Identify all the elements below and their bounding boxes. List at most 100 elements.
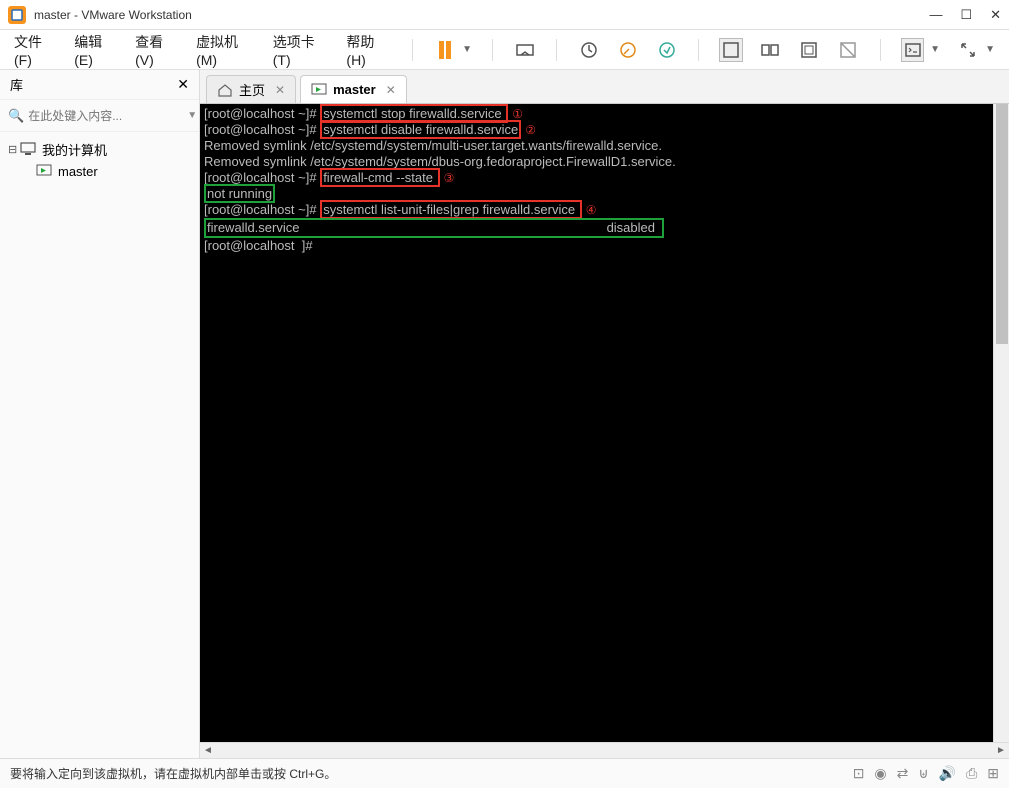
menubar: 文件(F) 编辑(E) 查看(V) 虚拟机(M) 选项卡(T) 帮助(H) ▼ … — [0, 30, 1009, 70]
cmd-2: systemctl disable firewalld.service — [323, 122, 518, 137]
fullscreen-button[interactable] — [798, 38, 821, 62]
annotation-2: ② — [525, 123, 536, 137]
message-icon[interactable]: ⊞ — [987, 765, 999, 782]
output-not-running: not running — [207, 186, 272, 201]
cmd-3: firewall-cmd --state — [323, 170, 436, 185]
cmd-box-4: systemctl list-unit-files|grep firewalld… — [320, 200, 582, 219]
close-button[interactable]: ✕ — [990, 7, 1001, 23]
horizontal-scrollbar[interactable]: ◄ ► — [200, 742, 1009, 758]
library-header: 库 ✕ — [0, 70, 199, 100]
tree-root-label: 我的计算机 — [42, 140, 107, 159]
tab-bar: 主页 ✕ master ✕ — [200, 70, 1009, 104]
monitor-icon — [20, 142, 38, 156]
status-text: 要将输入定向到该虚拟机，请在虚拟机内部单击或按 Ctrl+G。 — [10, 765, 336, 782]
prompt: [root@localhost ]# — [204, 238, 1005, 254]
window-title: master - VMware Workstation — [34, 8, 929, 22]
console-button[interactable] — [901, 38, 924, 62]
pause-dropdown[interactable]: ▼ — [462, 44, 472, 55]
send-cad-button[interactable] — [513, 38, 536, 62]
tab-home-label: 主页 — [239, 80, 265, 99]
search-input[interactable] — [28, 109, 183, 123]
tab-master-close[interactable]: ✕ — [386, 83, 396, 97]
cmd-4: systemctl list-unit-files|grep firewalld… — [323, 202, 579, 217]
library-search: 🔍 ▼ — [0, 100, 199, 132]
tree-toggle[interactable]: ⊟ — [8, 143, 20, 156]
prompt: [root@localhost ~]# — [204, 122, 320, 137]
prompt: [root@localhost ~]# — [204, 106, 320, 121]
pause-button[interactable] — [433, 38, 456, 62]
disk-icon[interactable]: ⊡ — [853, 765, 865, 782]
scrollbar-thumb[interactable] — [996, 104, 1008, 344]
stretch-button[interactable] — [956, 38, 979, 62]
statusbar: 要将输入定向到该虚拟机，请在虚拟机内部单击或按 Ctrl+G。 ⊡ ◉ ⇄ ⊎ … — [0, 758, 1009, 788]
menu-view[interactable]: 查看(V) — [135, 32, 180, 68]
tab-master-label: master — [333, 82, 376, 97]
stretch-dropdown[interactable]: ▼ — [985, 44, 995, 55]
vertical-scrollbar[interactable] — [993, 104, 1009, 742]
printer-icon[interactable]: ⎙ — [966, 765, 977, 782]
separator — [556, 39, 557, 61]
output-box-2: firewalld.service disabled — [204, 218, 664, 238]
snapshot-button[interactable] — [577, 38, 600, 62]
menu-vm[interactable]: 虚拟机(M) — [196, 32, 257, 68]
menu-file[interactable]: 文件(F) — [14, 32, 58, 68]
separator — [880, 39, 881, 61]
vm-icon — [36, 164, 54, 178]
vm-icon — [311, 83, 327, 97]
window-controls: — ☐ ✕ — [929, 7, 1001, 23]
annotation-3: ③ — [444, 171, 455, 185]
main-area: 库 ✕ 🔍 ▼ ⊟ 我的计算机 master 主页 ✕ — [0, 70, 1009, 758]
output-disabled: disabled — [607, 220, 661, 236]
minimize-button[interactable]: — — [929, 7, 942, 23]
home-icon — [217, 83, 233, 97]
content-area: 主页 ✕ master ✕ [root@localhost ~]# system… — [200, 70, 1009, 758]
output-box-1: not running — [204, 184, 275, 203]
output-line: Removed symlink /etc/systemd/system/mult… — [204, 138, 1005, 154]
app-logo — [8, 6, 26, 24]
annotation-1: ① — [512, 107, 523, 121]
cmd-box-3: firewall-cmd --state — [320, 168, 439, 187]
scroll-track[interactable] — [216, 743, 993, 758]
scroll-left-arrow[interactable]: ◄ — [200, 743, 216, 758]
library-close-button[interactable]: ✕ — [177, 76, 189, 93]
tree-vm-label: master — [58, 164, 98, 179]
sound-icon[interactable]: 🔊 — [939, 765, 956, 782]
separator — [492, 39, 493, 61]
prompt: [root@localhost ~]# — [204, 170, 320, 185]
console-dropdown[interactable]: ▼ — [930, 44, 940, 55]
annotation-4: ④ — [586, 203, 597, 217]
menu-edit[interactable]: 编辑(E) — [74, 32, 119, 68]
separator — [412, 39, 413, 61]
view-multi-button[interactable] — [759, 38, 782, 62]
menu-help[interactable]: 帮助(H) — [346, 32, 392, 68]
separator — [698, 39, 699, 61]
library-tree: ⊟ 我的计算机 master — [0, 132, 199, 188]
search-dropdown[interactable]: ▼ — [187, 110, 197, 121]
snapshot-manage-button[interactable] — [616, 38, 639, 62]
tree-vm-master[interactable]: master — [8, 160, 191, 182]
menu-tabs[interactable]: 选项卡(T) — [273, 32, 331, 68]
search-icon: 🔍 — [8, 108, 24, 124]
usb-icon[interactable]: ⊎ — [918, 765, 928, 782]
network-icon[interactable]: ⇄ — [897, 765, 909, 782]
unity-button[interactable] — [837, 38, 860, 62]
tab-home[interactable]: 主页 ✕ — [206, 75, 296, 103]
maximize-button[interactable]: ☐ — [960, 7, 972, 23]
library-title: 库 — [10, 75, 23, 94]
prompt: [root@localhost ~]# — [204, 202, 320, 217]
scroll-right-arrow[interactable]: ► — [993, 743, 1009, 758]
view-single-button[interactable] — [719, 38, 742, 62]
cd-icon[interactable]: ◉ — [874, 765, 886, 782]
titlebar: master - VMware Workstation — ☐ ✕ — [0, 0, 1009, 30]
vm-console[interactable]: [root@localhost ~]# systemctl stop firew… — [200, 104, 1009, 742]
tree-root-my-computer[interactable]: ⊟ 我的计算机 — [8, 138, 191, 160]
tab-home-close[interactable]: ✕ — [275, 83, 285, 97]
cmd-1: systemctl stop firewalld.service — [323, 106, 505, 121]
output-service-name: firewalld.service — [207, 220, 299, 235]
revert-button[interactable] — [655, 38, 678, 62]
cmd-box-2: systemctl disable firewalld.service — [320, 120, 521, 139]
tab-master[interactable]: master ✕ — [300, 75, 407, 103]
console-wrapper: [root@localhost ~]# systemctl stop firew… — [200, 104, 1009, 758]
status-icons: ⊡ ◉ ⇄ ⊎ 🔊 ⎙ ⊞ — [853, 765, 999, 782]
library-sidebar: 库 ✕ 🔍 ▼ ⊟ 我的计算机 master — [0, 70, 200, 758]
